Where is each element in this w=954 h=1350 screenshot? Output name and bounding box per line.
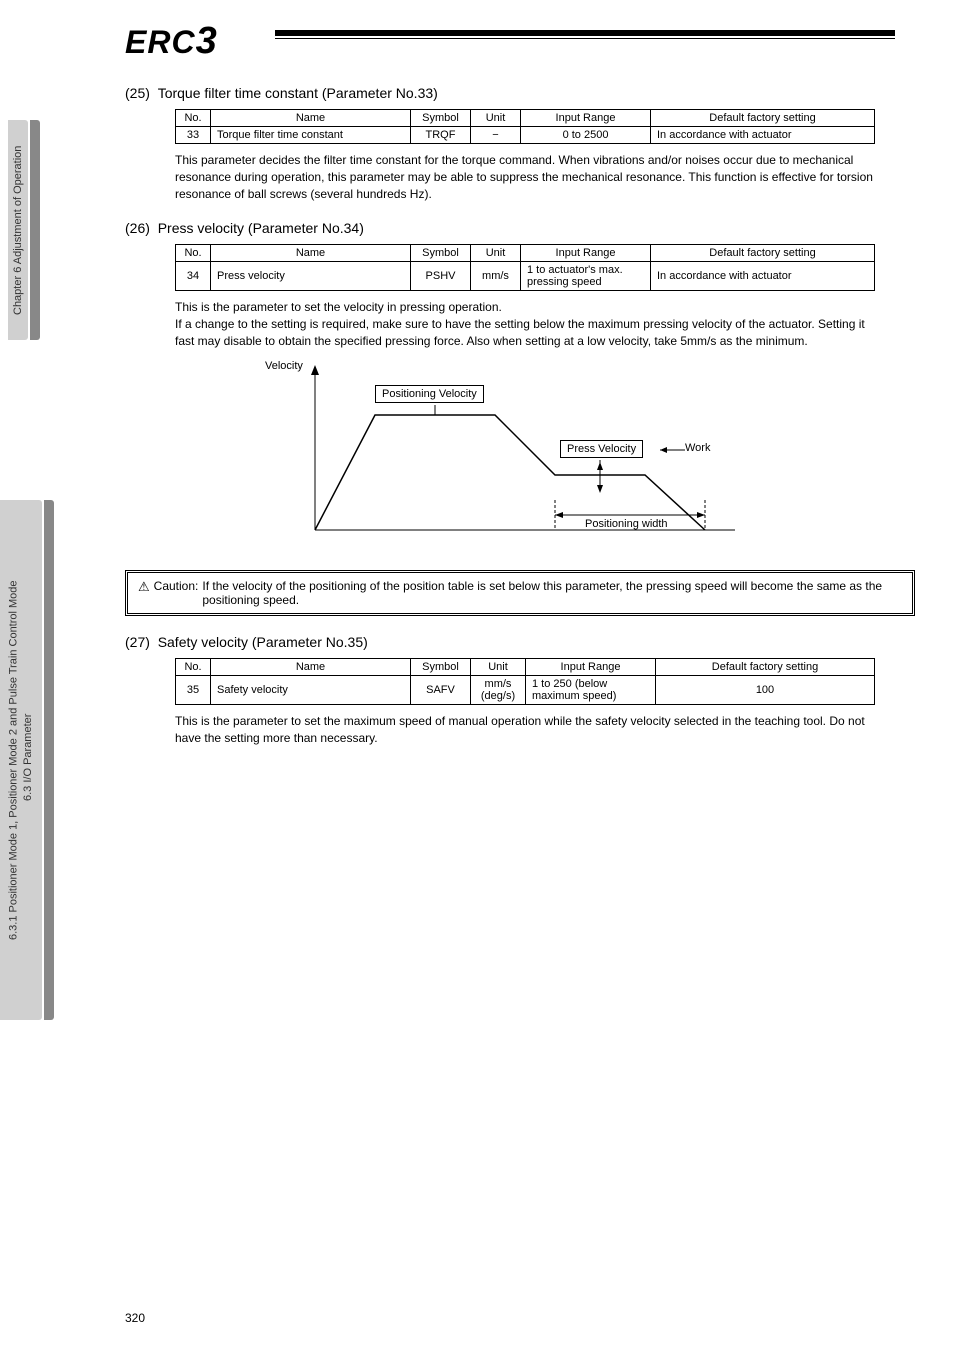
- td-no: 34: [176, 262, 211, 291]
- table-param-33: No. Name Symbol Unit Input Range Default…: [175, 109, 875, 144]
- header-rule-thick: [275, 30, 895, 36]
- td-default: 100: [656, 675, 875, 704]
- td-unit: mm/s (deg/s): [471, 675, 526, 704]
- th-default: Default factory setting: [651, 110, 875, 127]
- section-25-title: (25) Torque filter time constant (Parame…: [125, 85, 915, 101]
- caution-box: ⚠ Caution: If the velocity of the positi…: [125, 570, 915, 616]
- td-name: Press velocity: [211, 262, 411, 291]
- section-26-num: (26): [125, 220, 150, 236]
- diagram-label-work: Work: [685, 442, 710, 454]
- table-row: 34 Press velocity PSHV mm/s 1 to actuato…: [176, 262, 875, 291]
- th-name: Name: [211, 658, 411, 675]
- section-26-body: This is the parameter to set the velocit…: [175, 299, 875, 349]
- th-no: No.: [176, 658, 211, 675]
- section-27-body: This is the parameter to set the maximum…: [175, 713, 875, 747]
- td-no: 33: [176, 127, 211, 144]
- th-unit: Unit: [471, 245, 521, 262]
- th-default: Default factory setting: [651, 245, 875, 262]
- td-unit: −: [471, 127, 521, 144]
- th-symbol: Symbol: [411, 110, 471, 127]
- sidebar: Chapter 6 Adjustment of Operation 6.3.1 …: [0, 0, 70, 1350]
- th-unit: Unit: [471, 110, 521, 127]
- page-number: 320: [125, 1311, 145, 1325]
- td-no: 35: [176, 675, 211, 704]
- th-range: Input Range: [521, 245, 651, 262]
- caution-label: Caution:: [154, 579, 199, 607]
- td-name: Torque filter time constant: [211, 127, 411, 144]
- th-symbol: Symbol: [411, 658, 471, 675]
- td-range: 1 to 250 (below maximum speed): [526, 675, 656, 704]
- sidebar-section-main: 6.3 I/O Parameter: [21, 580, 35, 934]
- sidebar-section-sub: 6.3.1 Positioner Mode 1, Positioner Mode…: [7, 580, 21, 940]
- header-rule-thin: [275, 38, 895, 39]
- logo-text: ERC3: [125, 24, 218, 60]
- main-content: ERC3 (25) Torque filter time constant (P…: [125, 20, 915, 754]
- td-range: 1 to actuator's max. pressing speed: [521, 262, 651, 291]
- td-default: In accordance with actuator: [651, 127, 875, 144]
- section-25-num: (25): [125, 85, 150, 101]
- table-param-34: No. Name Symbol Unit Input Range Default…: [175, 244, 875, 291]
- section-25-heading: Torque filter time constant (Parameter N…: [158, 85, 438, 101]
- td-default: In accordance with actuator: [651, 262, 875, 291]
- th-name: Name: [211, 110, 411, 127]
- table-row: 35 Safety velocity SAFV mm/s (deg/s) 1 t…: [176, 675, 875, 704]
- td-symbol: SAFV: [411, 675, 471, 704]
- td-symbol: TRQF: [411, 127, 471, 144]
- sidebar-tab-section: 6.3.1 Positioner Mode 1, Positioner Mode…: [0, 500, 42, 1020]
- sidebar-tab-chapter: Chapter 6 Adjustment of Operation: [8, 120, 28, 340]
- table-header-row: No. Name Symbol Unit Input Range Default…: [176, 110, 875, 127]
- th-no: No.: [176, 245, 211, 262]
- th-no: No.: [176, 110, 211, 127]
- section-27-heading: Safety velocity (Parameter No.35): [158, 634, 368, 650]
- table-param-35: No. Name Symbol Unit Input Range Default…: [175, 658, 875, 705]
- td-name: Safety velocity: [211, 675, 411, 704]
- th-unit: Unit: [471, 658, 526, 675]
- section-25-body: This parameter decides the filter time c…: [175, 152, 875, 202]
- td-unit: mm/s: [471, 262, 521, 291]
- diagram-label-positioning-width: Positioning width: [585, 518, 668, 530]
- td-symbol: PSHV: [411, 262, 471, 291]
- section-27-num: (27): [125, 634, 150, 650]
- section-26-heading: Press velocity (Parameter No.34): [158, 220, 364, 236]
- sidebar-tab-chapter-accent: [30, 120, 40, 340]
- section-27-title: (27) Safety velocity (Parameter No.35): [125, 634, 915, 650]
- th-symbol: Symbol: [411, 245, 471, 262]
- table-header-row: No. Name Symbol Unit Input Range Default…: [176, 245, 875, 262]
- table-row: 33 Torque filter time constant TRQF − 0 …: [176, 127, 875, 144]
- sidebar-tab-section-accent: [44, 500, 54, 1020]
- th-default: Default factory setting: [656, 658, 875, 675]
- th-range: Input Range: [521, 110, 651, 127]
- caution-text: If the velocity of the positioning of th…: [202, 579, 902, 607]
- diagram-box-positioning-velocity: Positioning Velocity: [375, 385, 484, 403]
- table-header-row: No. Name Symbol Unit Input Range Default…: [176, 658, 875, 675]
- section-26-title: (26) Press velocity (Parameter No.34): [125, 220, 915, 236]
- td-range: 0 to 2500: [521, 127, 651, 144]
- velocity-diagram: Velocity Positioning Velo: [265, 360, 765, 560]
- logo-header: ERC3: [125, 20, 915, 60]
- th-name: Name: [211, 245, 411, 262]
- diagram-box-press-velocity: Press Velocity: [560, 440, 643, 458]
- th-range: Input Range: [526, 658, 656, 675]
- diagram-svg: [265, 360, 765, 560]
- warning-icon: ⚠: [138, 579, 150, 607]
